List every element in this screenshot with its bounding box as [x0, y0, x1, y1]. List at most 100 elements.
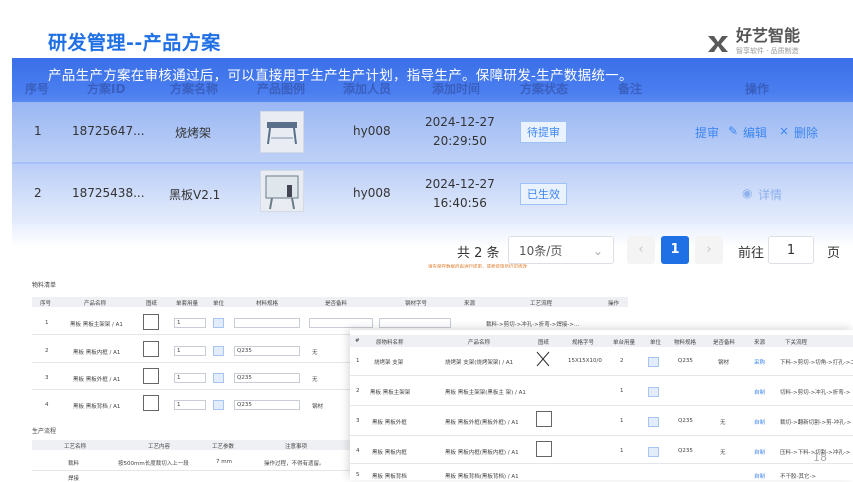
row-index: 2	[356, 388, 360, 394]
spec-input[interactable]: Q235	[234, 346, 300, 356]
unit-button[interactable]	[648, 447, 659, 457]
source-tag: 自制	[754, 450, 766, 456]
material-name: 黑板 黑板主架架	[370, 390, 411, 396]
header-cell: 序号	[25, 81, 50, 96]
header-cell: 工艺参数	[212, 444, 235, 450]
header-cell: 工艺内容	[148, 444, 171, 450]
header-cell: 单台用量	[613, 340, 636, 346]
added-time: 16:40:56	[433, 196, 487, 210]
stock-value: 钢材	[312, 404, 324, 410]
added-time: 20:29:50	[433, 134, 487, 148]
edit-icon[interactable]: ✎	[728, 124, 738, 138]
unit-button[interactable]	[648, 387, 659, 397]
page-unit-label: 页	[827, 246, 841, 261]
drawing-icon	[143, 314, 159, 330]
stock-value: 无	[312, 377, 318, 383]
prev-page-button[interactable]: ‹	[627, 236, 655, 264]
bom-table-header	[350, 335, 853, 347]
scheme-id: 18725438...	[72, 186, 145, 200]
material-name: 黑板 黑板内框	[372, 450, 407, 456]
header-cell: 工艺名称	[64, 444, 87, 450]
source-tag: 采购	[754, 360, 766, 366]
total-count: 共 2 条	[457, 246, 500, 261]
header-cell: 来源	[464, 301, 476, 307]
header-cell: 下关流程	[785, 340, 808, 346]
details-link[interactable]: 详情	[758, 186, 782, 203]
unit-button[interactable]	[213, 318, 224, 328]
header-cell: 物料规格	[674, 340, 697, 346]
steel-no-input[interactable]	[379, 318, 451, 328]
material-name: 黑板 黑板外框	[372, 420, 407, 426]
stock-input[interactable]	[309, 318, 373, 328]
unit-button[interactable]	[213, 400, 224, 410]
logo-mark-icon	[708, 36, 728, 52]
drawing-icon	[143, 395, 159, 411]
spec-input[interactable]	[234, 318, 300, 328]
spec-input[interactable]: Q235	[234, 373, 300, 383]
delete-icon[interactable]: ×	[779, 124, 789, 138]
goto-page-input[interactable]: 1	[768, 236, 814, 264]
unit-button[interactable]	[213, 373, 224, 383]
header-cell: 单套用量	[176, 301, 199, 307]
row-index: 5	[356, 472, 360, 478]
flow-value: 切料->剪切->冲孔->折弯->	[780, 390, 851, 396]
header-cell: 添加时间	[432, 81, 481, 96]
page-number: 18	[813, 451, 827, 464]
qty-input[interactable]: 1	[174, 346, 206, 356]
unit-button[interactable]	[648, 417, 659, 427]
material-spec: Q235	[678, 418, 693, 424]
qty-input[interactable]: 1	[174, 318, 206, 328]
page-size-value: 10条/页	[519, 244, 563, 258]
scheme-id: 18725647...	[72, 124, 145, 138]
product-image	[260, 170, 304, 212]
stock-value: 无	[720, 450, 726, 456]
delete-link[interactable]: 删除	[794, 124, 818, 141]
submit-review-link[interactable]: 提审	[695, 124, 719, 141]
scheme-name: 黑板V2.1	[169, 188, 221, 202]
qty-value: 2	[620, 358, 624, 364]
header-cell: 图纸	[146, 301, 158, 307]
spec-input[interactable]: Q235	[234, 400, 300, 410]
product-name: 黑板 黑板主架架 / A1	[70, 322, 123, 328]
added-by: hy008	[353, 124, 391, 138]
material-name: 烧烤架 支架	[374, 360, 404, 366]
page-number-button[interactable]: 1	[661, 236, 689, 264]
drawing-icon	[536, 441, 552, 457]
section-title: 生产流程	[32, 428, 57, 435]
goto-label: 前往	[738, 246, 765, 261]
header-cell: 单位	[650, 340, 662, 346]
bom-table-screenshot: # 原物料名称 产品名称 图纸 规格字号 单台用量 单位 物料规格 是否备料 来…	[350, 330, 853, 480]
header-cell: 序号	[40, 301, 52, 307]
qty-value: 1	[620, 388, 624, 394]
logo-name: 好艺智能	[736, 26, 801, 45]
flow-value: 裁切->翻新切割->剪-冲孔->	[780, 420, 852, 426]
flow-value: 不干胶-其它->	[780, 474, 817, 480]
edit-link[interactable]: 编辑	[743, 124, 767, 141]
product-name: 黑板 黑板背档(黑板背档) / A1	[445, 474, 519, 480]
drawing-icon	[143, 368, 159, 384]
process-flow: 裁料->剪切->冲孔->折弯->焊接->...	[486, 322, 580, 328]
next-page-button[interactable]: ›	[695, 236, 723, 264]
header-cell: 操作	[608, 301, 620, 307]
page-size-select[interactable]: 10条/页 ⌄	[508, 236, 614, 264]
header-cell: 产品名称	[468, 340, 491, 346]
unit-button[interactable]	[213, 346, 224, 356]
section-title: 物料清单	[32, 282, 57, 289]
added-by: hy008	[353, 186, 391, 200]
process-name: 焊接	[68, 476, 80, 482]
qty-input[interactable]: 1	[174, 400, 206, 410]
status-badge: 待提审	[520, 121, 567, 143]
blackboard-image-icon	[265, 175, 299, 210]
row-index: 4	[356, 448, 360, 454]
header-cell: #	[355, 338, 360, 344]
qty-input[interactable]: 1	[174, 373, 206, 383]
header-cell: 方案ID	[87, 81, 126, 96]
header-cell: 是否备料	[713, 340, 736, 346]
process-param: 7 mm	[216, 459, 232, 465]
drawing-icon	[536, 411, 552, 427]
product-name: 黑板 黑板主架架(黑板主 架) / A1	[445, 390, 526, 396]
eye-icon[interactable]: ◉	[742, 186, 752, 200]
logo-tagline: 智享软件 · 品质制造	[736, 47, 799, 55]
unit-button[interactable]	[648, 357, 659, 367]
chevron-down-icon: ⌄	[592, 244, 603, 258]
